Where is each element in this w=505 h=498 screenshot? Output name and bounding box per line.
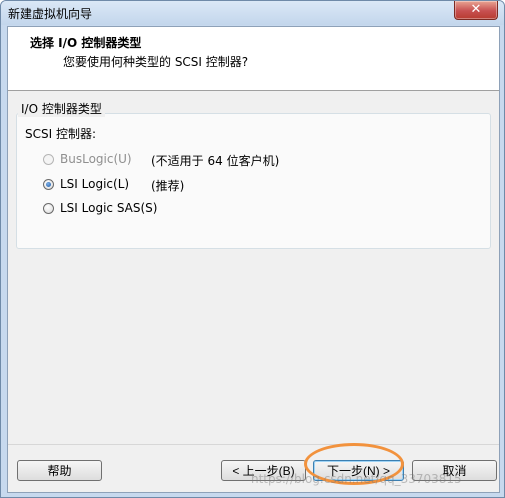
- group-legend: I/O 控制器类型: [18, 100, 105, 117]
- radio-option-buslogic[interactable]: BusLogic(U) (不适用于 64 位客户机): [43, 152, 283, 168]
- radio-button-buslogic[interactable]: [43, 154, 54, 165]
- close-button[interactable]: ✕: [454, 1, 498, 20]
- close-icon: ✕: [470, 2, 482, 17]
- radio-option-lsi-logic[interactable]: LSI Logic(L) (推荐): [43, 177, 203, 193]
- radio-note-buslogic: (不适用于 64 位客户机): [151, 154, 280, 168]
- radio-label-lsi-logic: LSI Logic(L): [60, 177, 130, 191]
- window-title: 新建虚拟机向导: [8, 7, 93, 21]
- watermark-text: https://blog.csdn.net/qq_33703815: [251, 472, 462, 486]
- radio-note-lsi-logic: (推荐): [151, 179, 185, 193]
- radio-option-lsi-logic-sas[interactable]: LSI Logic SAS(S): [43, 201, 173, 217]
- page-subtitle: 您要使用何种类型的 SCSI 控制器?: [63, 55, 249, 69]
- radio-label-lsi-logic-sas: LSI Logic SAS(S): [60, 201, 158, 215]
- radio-selected-dot: [46, 182, 51, 187]
- help-button[interactable]: 帮助: [17, 460, 102, 481]
- title-bar[interactable]: 新建虚拟机向导 ✕: [1, 1, 504, 25]
- scsi-controller-label: SCSI 控制器:: [25, 127, 97, 141]
- wizard-header: 选择 I/O 控制器类型 您要使用何种类型的 SCSI 控制器?: [8, 27, 499, 91]
- radio-button-lsi-logic[interactable]: [43, 179, 54, 190]
- footer-divider: [8, 444, 499, 445]
- page-title: 选择 I/O 控制器类型: [30, 36, 142, 50]
- radio-label-buslogic: BusLogic(U): [60, 152, 132, 166]
- radio-button-lsi-logic-sas[interactable]: [43, 203, 54, 214]
- wizard-window: 新建虚拟机向导 ✕ 选择 I/O 控制器类型 您要使用何种类型的 SCSI 控制…: [0, 0, 505, 498]
- wizard-body: 选择 I/O 控制器类型 您要使用何种类型的 SCSI 控制器? I/O 控制器…: [7, 26, 500, 493]
